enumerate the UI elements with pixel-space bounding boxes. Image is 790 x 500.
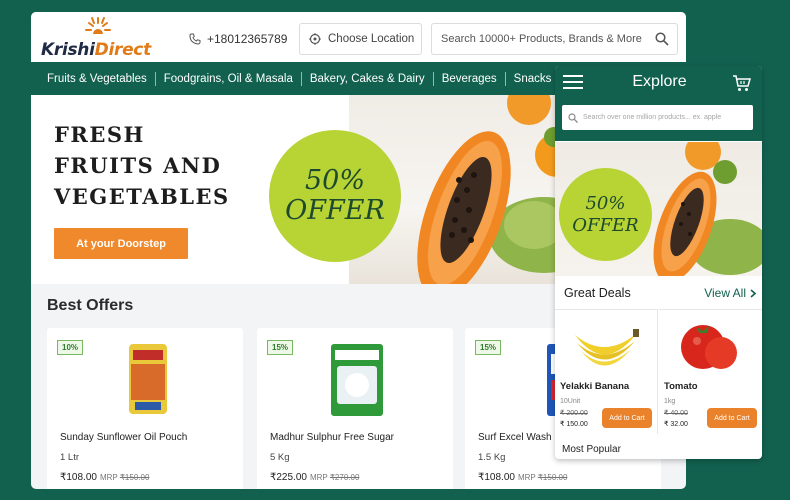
brand-name: KrishiDirect bbox=[41, 40, 151, 60]
discount-badge: 10% bbox=[57, 340, 84, 355]
phone-contact[interactable]: +18012365789 bbox=[189, 32, 287, 46]
search-placeholder: Search 10000+ Products, Brands & More bbox=[441, 33, 642, 45]
mobile-offer-badge: 50% OFFER bbox=[559, 168, 652, 261]
deal-name: Tomato bbox=[664, 381, 698, 392]
cart-icon[interactable] bbox=[732, 74, 752, 92]
oil-pouch-image bbox=[129, 344, 167, 414]
product-name[interactable]: Surf Excel Wash D bbox=[478, 432, 562, 443]
nav-divider bbox=[504, 71, 506, 86]
site-header: KrishiDirect +18012365789 Choose Locatio… bbox=[31, 12, 686, 62]
deal-price: ₹ 32.00 bbox=[664, 421, 688, 428]
product-search-input[interactable]: Search 10000+ Products, Brands & More bbox=[431, 23, 678, 55]
deal-mrp: ₹ 40.00 bbox=[664, 410, 688, 417]
search-icon bbox=[568, 112, 578, 123]
product-card[interactable]: 10% Sunday Sunflower Oil Pouch 1 Ltr ₹10… bbox=[47, 328, 243, 489]
add-to-cart-button[interactable]: Add to Cart bbox=[602, 408, 652, 428]
nav-divider bbox=[300, 71, 302, 86]
offer-badge: 50% OFFER bbox=[269, 130, 401, 262]
mobile-hero-banner: 50% OFFER bbox=[555, 142, 762, 276]
tomato-image bbox=[681, 325, 737, 369]
phone-number: +18012365789 bbox=[207, 32, 288, 46]
product-price: ₹225.00 MRP ₹270.00 bbox=[270, 472, 360, 483]
product-qty: 1.5 Kg bbox=[478, 452, 506, 463]
best-offers-title: Best Offers bbox=[47, 297, 134, 314]
location-pin-icon bbox=[309, 33, 321, 45]
nav-divider bbox=[154, 71, 156, 86]
add-to-cart-button[interactable]: Add to Cart bbox=[707, 408, 757, 428]
mobile-header: Explore Search over one million products… bbox=[555, 66, 762, 141]
sun-logo-icon bbox=[85, 17, 111, 34]
product-card[interactable]: 15% Madhur Sulphur Free Sugar 5 Kg ₹225.… bbox=[257, 328, 453, 489]
nav-item-fruits-vegetables[interactable]: Fruits & Vegetables bbox=[47, 73, 147, 85]
deal-price: ₹ 150.00 bbox=[560, 421, 588, 428]
nav-item-beverages[interactable]: Beverages bbox=[442, 73, 497, 85]
nav-item-foodgrains[interactable]: Foodgrains, Oil & Masala bbox=[164, 73, 293, 85]
discount-badge: 15% bbox=[475, 340, 502, 355]
deal-card[interactable]: Yelakki Banana 10Unit ₹ 200.00 ₹ 150.00 … bbox=[555, 309, 658, 434]
view-all-link[interactable]: View All bbox=[704, 286, 756, 300]
product-price: ₹108.00 MRP ₹150.00 bbox=[478, 472, 568, 483]
mobile-app-screen: Explore Search over one million products… bbox=[555, 66, 762, 459]
product-qty: 1 Ltr bbox=[60, 452, 80, 463]
banana-image bbox=[575, 329, 639, 366]
phone-icon bbox=[189, 33, 201, 45]
product-name[interactable]: Sunday Sunflower Oil Pouch bbox=[60, 432, 187, 443]
deal-unit: 1kg bbox=[664, 398, 676, 405]
sugar-pack-image bbox=[331, 344, 383, 416]
deal-card[interactable]: Tomato 1kg ₹ 40.00 ₹ 32.00 Add to Cart bbox=[659, 309, 762, 434]
location-label: Choose Location bbox=[328, 33, 415, 45]
mobile-search-placeholder: Search over one million products... ex. … bbox=[583, 114, 722, 121]
great-deals-title: Great Deals bbox=[564, 286, 631, 300]
product-qty: 5 Kg bbox=[270, 452, 290, 463]
product-name[interactable]: Madhur Sulphur Free Sugar bbox=[270, 432, 394, 443]
nav-item-bakery[interactable]: Bakery, Cakes & Dairy bbox=[310, 73, 425, 85]
most-popular-title: Most Popular bbox=[562, 444, 621, 455]
mobile-title: Explore bbox=[632, 73, 687, 90]
product-price: ₹108.00 MRP ₹150.00 bbox=[60, 472, 150, 483]
hero-title: FRESH FRUITS AND VEGETABLES bbox=[54, 122, 230, 209]
search-icon[interactable] bbox=[655, 32, 669, 46]
choose-location-button[interactable]: Choose Location bbox=[299, 23, 422, 55]
brand-logo[interactable]: KrishiDirect bbox=[39, 16, 151, 60]
deal-mrp: ₹ 200.00 bbox=[560, 410, 588, 417]
deal-name: Yelakki Banana bbox=[560, 381, 630, 392]
at-your-doorstep-button[interactable]: At your Doorstep bbox=[54, 228, 188, 259]
mobile-search-input[interactable]: Search over one million products... ex. … bbox=[562, 105, 753, 130]
chevron-right-icon bbox=[750, 288, 756, 298]
nav-item-snacks[interactable]: Snacks bbox=[514, 73, 552, 85]
nav-divider bbox=[432, 71, 434, 86]
deal-unit: 10Unit bbox=[560, 398, 581, 405]
discount-badge: 15% bbox=[267, 340, 294, 355]
